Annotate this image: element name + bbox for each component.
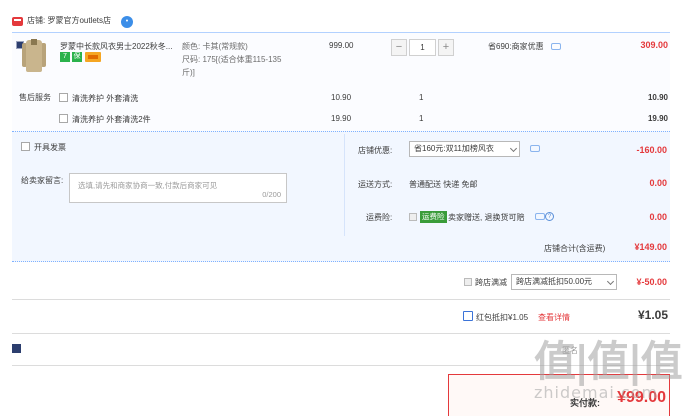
- insurance-chat-icon[interactable]: [535, 213, 545, 220]
- sku-color: 颜色: 卡其(常规款): [182, 42, 248, 51]
- coupon-amount: -160.00: [636, 145, 667, 155]
- shop-icon: [12, 17, 23, 26]
- message-input[interactable]: 选填,请先和商家协商一致,付款后商家可见 0/200: [69, 173, 287, 203]
- red-packet-checkbox[interactable]: [463, 311, 473, 321]
- service-name-1: 清洗养护 外套清洗: [72, 94, 139, 103]
- help-icon[interactable]: ?: [545, 212, 554, 221]
- qty-minus-button[interactable]: −: [391, 39, 407, 56]
- watermark-text: zhidemai.com: [534, 383, 659, 402]
- invoice-label: 开具发票: [34, 143, 66, 152]
- shipping-label: 运送方式:: [358, 180, 393, 189]
- service-qty-1: 1: [419, 93, 424, 102]
- watermark-logo: 值|值|值: [534, 337, 682, 386]
- guarantee-icon: 保: [72, 52, 82, 62]
- shop-total-label: 店铺合计(含运费): [544, 244, 606, 253]
- qty-plus-button[interactable]: +: [438, 39, 454, 56]
- shop-name[interactable]: 店铺: 罗蒙官方outlets店: [27, 15, 111, 26]
- invoice-checkbox[interactable]: [21, 142, 30, 151]
- insurance-tag: 运费险: [420, 211, 447, 223]
- message-label: 给卖家留言:: [21, 176, 64, 185]
- insurance-amount: 0.00: [649, 212, 667, 222]
- insurance-text: 卖家赠送, 退换货可赔: [448, 213, 525, 222]
- shipping-method: 普通配送 快递 免邮: [409, 180, 478, 189]
- message-count: 0/200: [262, 190, 281, 199]
- divider: [12, 299, 670, 300]
- coupon-info-icon[interactable]: [530, 145, 540, 152]
- panel-divider: [344, 134, 345, 236]
- insurance-label: 运费险:: [366, 213, 393, 222]
- service-qty-2: 1: [419, 114, 424, 123]
- discount-info-icon[interactable]: [551, 43, 561, 50]
- service-name-2: 清洗养护 外套清洗2件: [72, 115, 151, 124]
- service-total-1: 10.90: [647, 93, 668, 102]
- sku-size: 尺码: 175[(适合体重115-135: [182, 55, 282, 64]
- coupon-selected: 省160元:双11加榜风衣: [414, 144, 494, 153]
- unit-price: 999.00: [329, 41, 354, 50]
- sku-size-cont: 斤)]: [182, 68, 195, 77]
- service-checkbox-2[interactable]: [59, 114, 68, 123]
- insurance-checkbox: [409, 213, 417, 221]
- item-discount: 省690:商家优惠: [488, 42, 544, 51]
- coupon-label: 店铺优惠:: [358, 146, 393, 155]
- service-total-2: 19.90: [647, 114, 668, 123]
- coupon-select[interactable]: 省160元:双11加榜风衣: [409, 141, 520, 157]
- cross-store-select[interactable]: 跨店满减抵扣50.00元: [511, 274, 617, 290]
- card-payment-icon: [85, 52, 101, 62]
- wangwang-icon[interactable]: •: [121, 16, 133, 28]
- cross-store-label: 跨店满减: [475, 278, 507, 287]
- bottom-checkbox[interactable]: [12, 344, 21, 353]
- cross-store-amount: ¥-50.00: [636, 277, 667, 287]
- red-packet-amount: ¥1.05: [637, 308, 668, 322]
- cross-store-checkbox: [464, 278, 472, 286]
- product-thumbnail[interactable]: [20, 38, 48, 72]
- service-label: 售后服务: [19, 93, 51, 102]
- message-placeholder: 选填,请先和商家协商一致,付款后商家可见: [78, 181, 218, 190]
- red-packet-detail-link[interactable]: 查看详情: [538, 312, 570, 323]
- shop-total-value: ¥149.00: [634, 242, 667, 252]
- chevron-down-icon: [509, 144, 518, 153]
- red-packet-label: 红包抵扣¥1.05: [476, 313, 529, 322]
- seven-day-return-icon: 7: [60, 52, 70, 62]
- service-price-1: 10.90: [331, 93, 352, 102]
- quantity-stepper: − +: [391, 39, 454, 56]
- chevron-down-icon: [606, 277, 615, 286]
- product-title[interactable]: 罗蒙中长款风衣男士2022秋冬...: [60, 41, 178, 52]
- service-checkbox-1[interactable]: [59, 93, 68, 102]
- shipping-amount: 0.00: [649, 178, 667, 188]
- service-price-2: 19.90: [331, 114, 352, 123]
- item-total: 309.00: [640, 40, 668, 50]
- cross-store-selected: 跨店满减抵扣50.00元: [516, 277, 593, 286]
- qty-input[interactable]: [409, 39, 436, 56]
